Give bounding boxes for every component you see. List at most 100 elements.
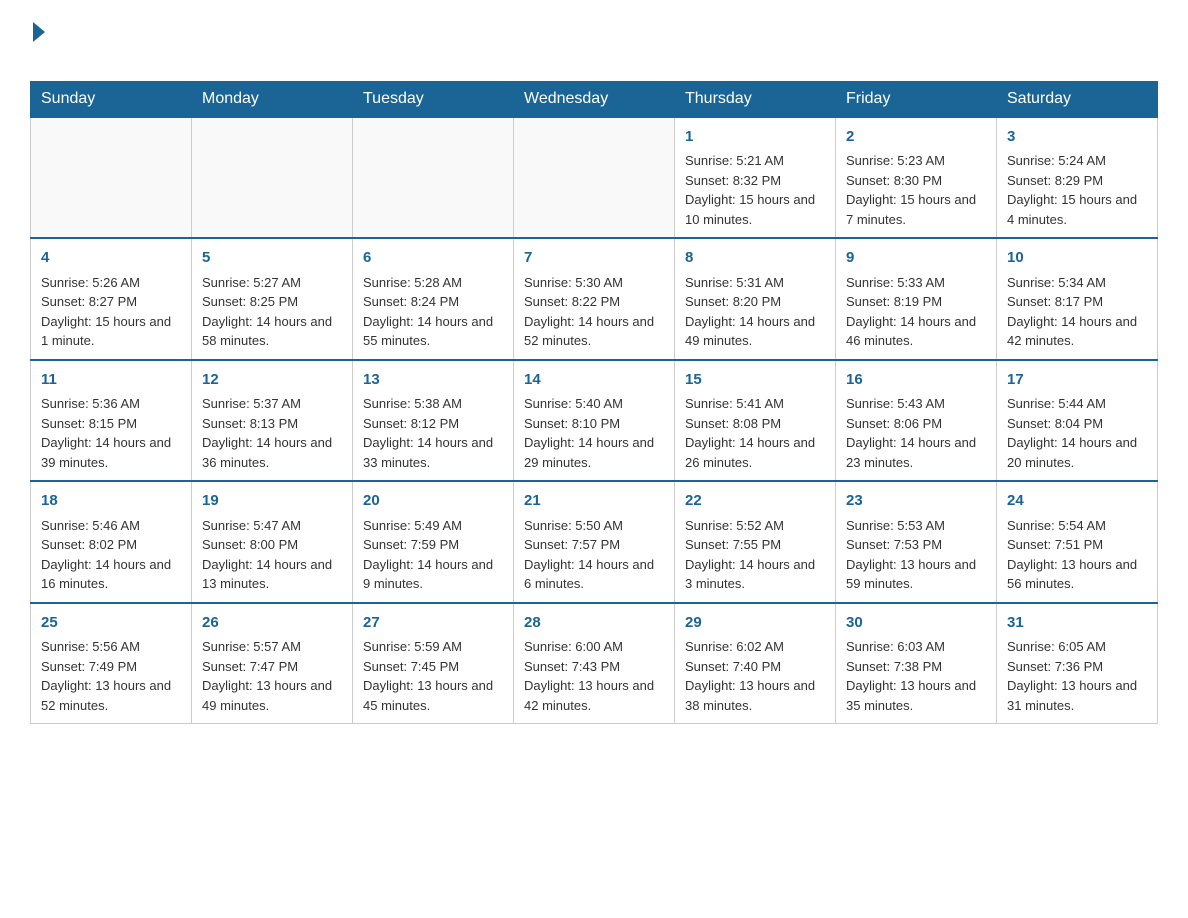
sunrise-text: Sunrise: 5:57 AM: [202, 637, 342, 657]
day-number: 9: [846, 247, 986, 270]
daylight-text: Daylight: 14 hours and 16 minutes.: [41, 555, 181, 594]
sunrise-text: Sunrise: 5:53 AM: [846, 516, 986, 536]
calendar-cell: 24Sunrise: 5:54 AMSunset: 7:51 PMDayligh…: [997, 481, 1158, 603]
daylight-text: Daylight: 14 hours and 33 minutes.: [363, 433, 503, 472]
daylight-text: Daylight: 14 hours and 6 minutes.: [524, 555, 664, 594]
sunset-text: Sunset: 8:13 PM: [202, 414, 342, 434]
calendar-cell: 9Sunrise: 5:33 AMSunset: 8:19 PMDaylight…: [836, 238, 997, 360]
sunrise-text: Sunrise: 5:38 AM: [363, 394, 503, 414]
sunset-text: Sunset: 8:27 PM: [41, 292, 181, 312]
daylight-text: Daylight: 13 hours and 52 minutes.: [41, 676, 181, 715]
day-number: 24: [1007, 490, 1147, 513]
calendar-cell: 7 Sunrise: 5:30 AMSunset: 8:22 PMDaylight…: [514, 238, 675, 360]
sunrise-text: Sunrise: 5:47 AM: [202, 516, 342, 536]
day-number: 4: [41, 247, 181, 270]
daylight-text: Daylight: 14 hours and 26 minutes.: [685, 433, 825, 472]
day-number: 7: [524, 247, 664, 270]
calendar-cell: 10Sunrise: 5:34 AMSunset: 8:17 PMDayligh…: [997, 238, 1158, 360]
calendar-week-row: 25Sunrise: 5:56 AMSunset: 7:49 PMDayligh…: [31, 603, 1158, 724]
page-header: [30, 20, 1158, 71]
day-number: 19: [202, 490, 342, 513]
sunrise-text: Sunrise: 5:44 AM: [1007, 394, 1147, 414]
daylight-text: Daylight: 14 hours and 13 minutes.: [202, 555, 342, 594]
sunrise-text: Sunrise: 5:59 AM: [363, 637, 503, 657]
sunset-text: Sunset: 7:55 PM: [685, 535, 825, 555]
calendar-header-row: SundayMondayTuesdayWednesdayThursdayFrid…: [31, 81, 1158, 117]
sunset-text: Sunset: 7:43 PM: [524, 657, 664, 677]
sunset-text: Sunset: 8:04 PM: [1007, 414, 1147, 434]
day-number: 25: [41, 612, 181, 635]
calendar-cell: 6Sunrise: 5:28 AMSunset: 8:24 PMDaylight…: [353, 238, 514, 360]
calendar-table: SundayMondayTuesdayWednesdayThursdayFrid…: [30, 81, 1158, 725]
day-number: 26: [202, 612, 342, 635]
sunrise-text: Sunrise: 5:46 AM: [41, 516, 181, 536]
calendar-cell: 23Sunrise: 5:53 AMSunset: 7:53 PMDayligh…: [836, 481, 997, 603]
daylight-text: Daylight: 14 hours and 29 minutes.: [524, 433, 664, 472]
day-number: 5: [202, 247, 342, 270]
daylight-text: Daylight: 13 hours and 35 minutes.: [846, 676, 986, 715]
daylight-text: Daylight: 14 hours and 39 minutes.: [41, 433, 181, 472]
calendar-cell: 13Sunrise: 5:38 AMSunset: 8:12 PMDayligh…: [353, 360, 514, 482]
daylight-text: Daylight: 14 hours and 36 minutes.: [202, 433, 342, 472]
sunset-text: Sunset: 7:38 PM: [846, 657, 986, 677]
sunrise-text: Sunrise: 5:52 AM: [685, 516, 825, 536]
sunrise-text: Sunrise: 5:30 AM: [524, 273, 664, 293]
column-header-monday: Monday: [192, 81, 353, 117]
day-number: 29: [685, 612, 825, 635]
calendar-cell: 12Sunrise: 5:37 AMSunset: 8:13 PMDayligh…: [192, 360, 353, 482]
day-number: 20: [363, 490, 503, 513]
sunset-text: Sunset: 8:15 PM: [41, 414, 181, 434]
daylight-text: Daylight: 14 hours and 23 minutes.: [846, 433, 986, 472]
calendar-cell: 5Sunrise: 5:27 AMSunset: 8:25 PMDaylight…: [192, 238, 353, 360]
sunset-text: Sunset: 8:32 PM: [685, 171, 825, 191]
daylight-text: Daylight: 14 hours and 55 minutes.: [363, 312, 503, 351]
day-number: 17: [1007, 369, 1147, 392]
day-number: 15: [685, 369, 825, 392]
sunrise-text: Sunrise: 5:33 AM: [846, 273, 986, 293]
sunrise-text: Sunrise: 5:41 AM: [685, 394, 825, 414]
calendar-cell: [192, 117, 353, 239]
day-number: 16: [846, 369, 986, 392]
sunset-text: Sunset: 8:10 PM: [524, 414, 664, 434]
sunrise-text: Sunrise: 5:27 AM: [202, 273, 342, 293]
calendar-cell: 20Sunrise: 5:49 AMSunset: 7:59 PMDayligh…: [353, 481, 514, 603]
column-header-friday: Friday: [836, 81, 997, 117]
daylight-text: Daylight: 15 hours and 1 minute.: [41, 312, 181, 351]
sunset-text: Sunset: 8:30 PM: [846, 171, 986, 191]
sunrise-text: Sunrise: 5:28 AM: [363, 273, 503, 293]
calendar-cell: 19 Sunrise: 5:47 AMSunset: 8:00 PMDayligh…: [192, 481, 353, 603]
sunset-text: Sunset: 7:36 PM: [1007, 657, 1147, 677]
sunrise-text: Sunrise: 6:02 AM: [685, 637, 825, 657]
sunrise-text: Sunrise: 5:26 AM: [41, 273, 181, 293]
daylight-text: Daylight: 15 hours and 10 minutes.: [685, 190, 825, 229]
calendar-cell: 1Sunrise: 5:21 AMSunset: 8:32 PMDaylight…: [675, 117, 836, 239]
sunset-text: Sunset: 8:12 PM: [363, 414, 503, 434]
daylight-text: Daylight: 13 hours and 49 minutes.: [202, 676, 342, 715]
day-number: 13: [363, 369, 503, 392]
daylight-text: Daylight: 14 hours and 52 minutes.: [524, 312, 664, 351]
calendar-cell: 30Sunrise: 6:03 AMSunset: 7:38 PMDayligh…: [836, 603, 997, 724]
calendar-week-row: 11Sunrise: 5:36 AMSunset: 8:15 PMDayligh…: [31, 360, 1158, 482]
sunset-text: Sunset: 8:22 PM: [524, 292, 664, 312]
daylight-text: Daylight: 13 hours and 38 minutes.: [685, 676, 825, 715]
day-number: 23: [846, 490, 986, 513]
column-header-tuesday: Tuesday: [353, 81, 514, 117]
sunrise-text: Sunrise: 5:34 AM: [1007, 273, 1147, 293]
sunset-text: Sunset: 8:00 PM: [202, 535, 342, 555]
calendar-cell: 4 Sunrise: 5:26 AMSunset: 8:27 PMDaylight…: [31, 238, 192, 360]
column-header-saturday: Saturday: [997, 81, 1158, 117]
sunrise-text: Sunrise: 5:50 AM: [524, 516, 664, 536]
sunset-text: Sunset: 7:51 PM: [1007, 535, 1147, 555]
day-number: 28: [524, 612, 664, 635]
day-number: 21: [524, 490, 664, 513]
calendar-week-row: 1Sunrise: 5:21 AMSunset: 8:32 PMDaylight…: [31, 117, 1158, 239]
sunset-text: Sunset: 7:53 PM: [846, 535, 986, 555]
sunset-text: Sunset: 8:02 PM: [41, 535, 181, 555]
sunset-text: Sunset: 8:08 PM: [685, 414, 825, 434]
sunrise-text: Sunrise: 5:43 AM: [846, 394, 986, 414]
calendar-cell: 27Sunrise: 5:59 AMSunset: 7:45 PMDayligh…: [353, 603, 514, 724]
calendar-cell: [514, 117, 675, 239]
sunrise-text: Sunrise: 5:36 AM: [41, 394, 181, 414]
sunset-text: Sunset: 8:19 PM: [846, 292, 986, 312]
daylight-text: Daylight: 13 hours and 56 minutes.: [1007, 555, 1147, 594]
